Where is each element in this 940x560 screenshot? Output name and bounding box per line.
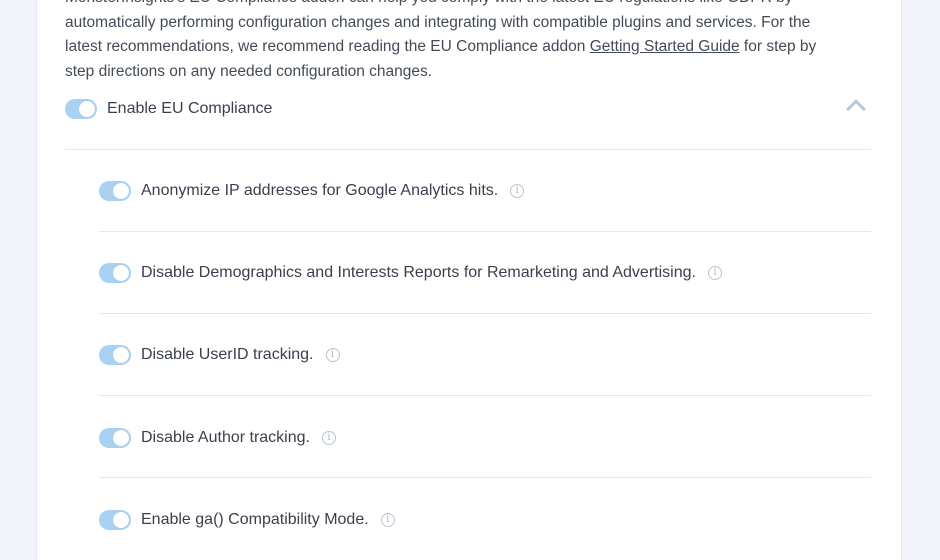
toggle-knob: [113, 512, 129, 528]
disable-userid-toggle[interactable]: [99, 345, 131, 365]
info-icon[interactable]: i: [321, 431, 336, 445]
ga-compat-toggle[interactable]: [99, 510, 131, 530]
info-icon[interactable]: i: [510, 184, 525, 198]
intro-line-2-tail: for step by: [739, 38, 817, 55]
intro-line-2: latest recommendations, we recommend rea…: [65, 35, 877, 60]
intro-text: MonsterInsights's EU Compliance addon ca…: [65, 0, 877, 84]
setting-row-disable-userid: Disable UserID tracking. i: [99, 345, 340, 365]
disable-demographics-toggle[interactable]: [99, 263, 131, 283]
setting-row-disable-author: Disable Author tracking. i: [99, 428, 336, 448]
anonymize-ip-toggle[interactable]: [99, 181, 131, 201]
enable-eu-compliance-label: Enable EU Compliance: [107, 100, 273, 117]
intro-line-0: MonsterInsights's EU Compliance addon ca…: [65, 0, 877, 11]
toggle-knob: [113, 183, 129, 199]
row-divider: [99, 395, 871, 396]
info-icon[interactable]: i: [380, 513, 395, 527]
enable-eu-compliance-toggle[interactable]: [65, 99, 97, 119]
disable-userid-label: Disable UserID tracking.: [141, 346, 314, 363]
disable-author-label: Disable Author tracking.: [141, 429, 310, 446]
toggle-knob: [79, 101, 95, 117]
info-icon[interactable]: i: [325, 348, 340, 362]
disable-demographics-label: Disable Demographics and Interests Repor…: [141, 264, 696, 281]
row-divider: [99, 477, 871, 478]
settings-card: MonsterInsights's EU Compliance addon ca…: [36, 0, 902, 560]
enable-eu-compliance-row: Enable EU Compliance: [65, 99, 272, 119]
setting-row-ga-compat: Enable ga() Compatibility Mode. i: [99, 510, 395, 530]
chevron-up-icon[interactable]: [846, 99, 866, 119]
getting-started-guide-link[interactable]: Getting Started Guide: [590, 38, 740, 55]
intro-line-3: step directions on any needed configurat…: [65, 62, 433, 80]
setting-row-anonymize-ip: Anonymize IP addresses for Google Analyt…: [99, 181, 525, 201]
disable-author-toggle[interactable]: [99, 428, 131, 448]
info-icon[interactable]: i: [707, 266, 722, 280]
row-divider: [99, 231, 871, 232]
toggle-knob: [113, 347, 129, 363]
intro-line-1: automatically performing configuration c…: [65, 13, 811, 31]
anonymize-ip-label: Anonymize IP addresses for Google Analyt…: [141, 182, 499, 199]
toggle-knob: [113, 265, 129, 281]
toggle-knob: [113, 430, 129, 446]
row-divider: [99, 313, 871, 314]
setting-row-disable-demographics: Disable Demographics and Interests Repor…: [99, 263, 722, 283]
intro-line-2-text: latest recommendations, we recommend rea…: [65, 38, 590, 55]
ga-compat-label: Enable ga() Compatibility Mode.: [141, 511, 369, 528]
section-divider: [65, 149, 871, 150]
